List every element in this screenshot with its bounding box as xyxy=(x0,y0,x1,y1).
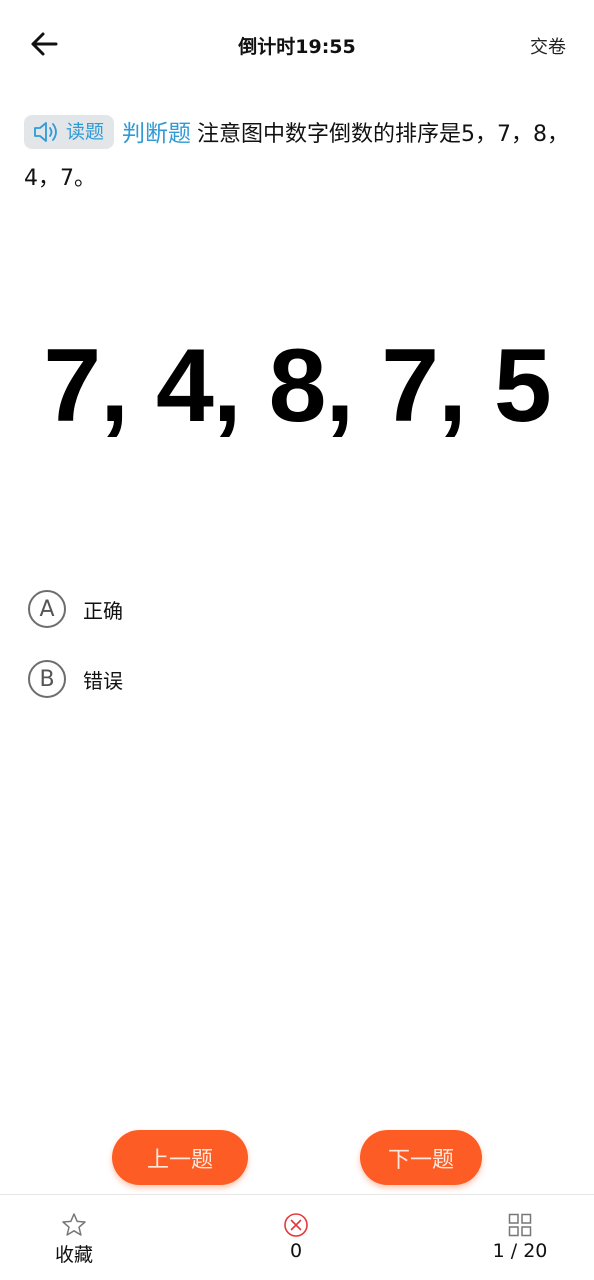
option-b-text: 错误 xyxy=(83,668,123,693)
option-a[interactable]: A 正确 xyxy=(28,589,123,629)
bottom-bar: 收藏 0 1 / 20 xyxy=(0,1194,594,1280)
question-progress: 1 / 20 xyxy=(492,1240,548,1262)
number-sequence-figure: 7, 4, 8, 7, 5 xyxy=(43,328,551,444)
grid-icon xyxy=(508,1213,532,1237)
top-bar: 倒计时19:55 交卷 xyxy=(0,0,594,90)
read-question-label: 读题 xyxy=(66,121,105,143)
option-a-text: 正确 xyxy=(83,598,123,623)
star-icon xyxy=(62,1213,86,1236)
previous-question-button[interactable]: 上一题 xyxy=(112,1130,248,1185)
question-stem: 读题 判断题 注意图中数字倒数的排序是5，7，8，4，7。 xyxy=(24,112,570,201)
countdown-timer: 倒计时19:55 xyxy=(238,36,356,58)
wrong-answers-button[interactable]: 0 xyxy=(266,1211,326,1262)
favorite-button[interactable]: 收藏 xyxy=(44,1211,104,1267)
question-type-label: 判断题 xyxy=(122,121,192,147)
option-b[interactable]: B 错误 xyxy=(28,659,123,699)
wrong-circle-x-icon xyxy=(284,1213,308,1237)
wrong-count: 0 xyxy=(289,1240,303,1262)
read-question-button[interactable]: 读题 xyxy=(24,115,115,149)
submit-exam-button[interactable]: 交卷 xyxy=(530,33,566,59)
next-question-button[interactable]: 下一题 xyxy=(360,1130,482,1185)
option-b-letter: B xyxy=(28,660,66,698)
question-index-button[interactable]: 1 / 20 xyxy=(480,1211,560,1262)
speaker-icon xyxy=(34,122,57,142)
favorite-label: 收藏 xyxy=(54,1244,93,1266)
option-a-letter: A xyxy=(28,590,66,628)
